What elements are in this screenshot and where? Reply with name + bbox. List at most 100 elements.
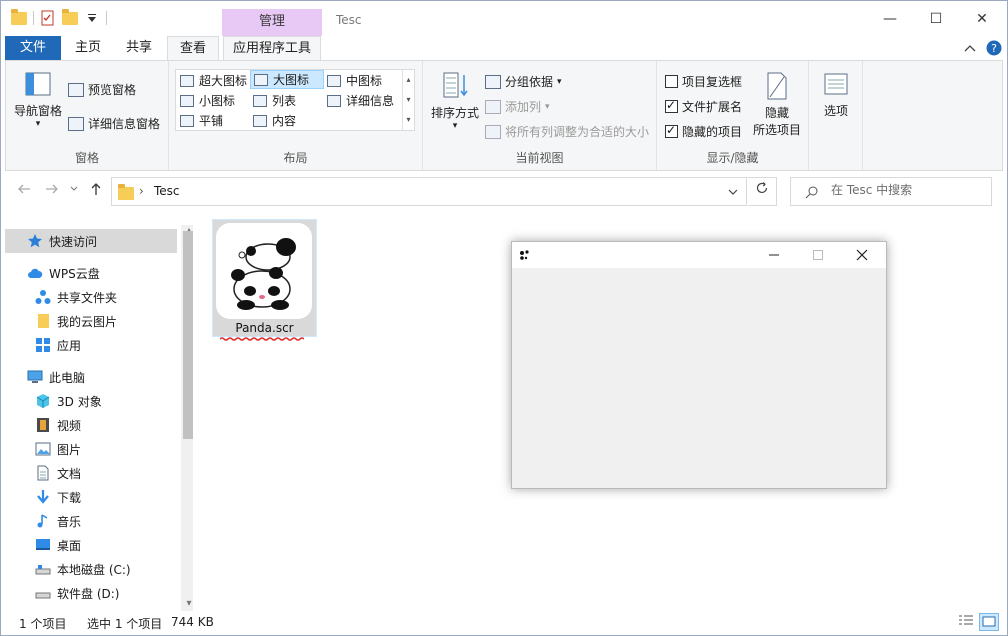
layout-details[interactable]: 详细信息 [324,91,397,110]
maximize-button[interactable]: ☐ [913,1,959,36]
tab-home[interactable]: 主页 [67,36,109,61]
layout-medium[interactable]: 中图标 [324,71,385,90]
layout-small[interactable]: 小图标 [177,91,238,110]
sidebar-scrollbar[interactable]: ▴ ▾ [181,225,193,611]
navigation-pane: 快速访问 WPS云盘 共享文件夹 我的云图片 应用 此电脑 3D 对象 视频 图… [5,225,193,611]
tab-app-tools[interactable]: 应用程序工具 [223,36,321,61]
sidebar-item-documents[interactable]: 文档 [5,461,177,485]
maximize-icon [813,250,823,260]
tab-file[interactable]: 文件 [5,36,61,61]
options-button[interactable]: 选项 [815,71,857,119]
nav-pane-button[interactable]: 导航窗格 ▾ [10,71,66,129]
sidebar-item-drive-c[interactable]: 本地磁盘 (C:) [5,557,177,581]
small-icons-icon [180,94,194,107]
video-icon [37,418,49,432]
group-by-button[interactable]: 分组依据 ▾ [485,73,562,90]
sidebar-item-shared-folder[interactable]: 共享文件夹 [5,285,177,309]
group-panes: 导航窗格 ▾ 预览窗格 详细信息窗格 窗格 [6,61,169,170]
contextual-tab-manage[interactable]: 管理 [222,9,322,36]
sidebar-item-3d-objects[interactable]: 3D 对象 [5,389,177,413]
content-icon [253,114,267,127]
layout-content[interactable]: 内容 [250,111,299,130]
sidebar-scroll-thumb[interactable] [183,231,193,439]
sort-by-button[interactable]: 排序方式 ▾ [427,71,483,131]
layout-tiles[interactable]: 平铺 [177,111,226,130]
details-pane-button[interactable]: 详细信息窗格 [68,115,160,132]
file-extensions-toggle[interactable]: 文件扩展名 [665,98,742,115]
preview-pane-button[interactable]: 预览窗格 [68,81,136,98]
close-button[interactable]: ✕ [959,1,1005,36]
back-button[interactable] [13,181,35,203]
group-current-view: 排序方式 ▾ 分组依据 ▾ 添加列 ▾ 将所有列调整为合适的大小 当前视图 [423,61,657,170]
tab-share[interactable]: 共享 [117,36,161,61]
customize-qat-icon[interactable] [84,10,100,26]
forward-button[interactable] [41,181,63,203]
sidebar-item-desktop[interactable]: 桌面 [5,533,177,557]
preview-window-titlebar[interactable] [512,242,886,268]
layout-list[interactable]: 列表 [250,91,299,110]
sort-icon [443,72,468,98]
music-icon [37,514,48,528]
sidebar-item-drive-d[interactable]: 软件盘 (D:) [5,581,177,605]
preview-close-button[interactable] [840,242,884,268]
sidebar-item-quick-access[interactable]: 快速访问 [5,229,177,253]
recent-locations-button[interactable] [63,181,85,203]
item-checkboxes-checkbox[interactable] [665,75,678,88]
hidden-items-toggle[interactable]: 隐藏的项目 [665,123,742,140]
preview-minimize-button[interactable] [752,242,796,268]
large-icons-view-button[interactable] [979,613,999,631]
preview-maximize-button[interactable] [796,242,840,268]
file-item[interactable]: Panda.scr [212,219,317,337]
scroll-down-icon[interactable]: ▾ [181,598,193,609]
sidebar-item-wps-cloud[interactable]: WPS云盘 [5,261,177,285]
hide-selected-button[interactable]: 隐藏 所选项目 [749,71,805,138]
panda-icon [216,223,312,319]
breadcrumb-tesc[interactable]: Tesc [154,184,180,198]
item-checkboxes-toggle[interactable]: 项目复选框 [665,73,742,90]
file-extensions-checkbox[interactable] [665,98,678,113]
drive-icon [35,565,51,575]
window-title: Tesc [336,13,362,27]
sidebar-item-downloads[interactable]: 下载 [5,485,177,509]
layout-large[interactable]: 大图标 [250,70,324,89]
details-view-icon [959,615,973,625]
group-by-icon [485,74,501,89]
group-layout: 超大图标 大图标 中图标 小图标 列表 详细信息 平铺 内容 ▴ ▾ ▾ 布局 [169,61,423,170]
preview-pane-icon [68,82,84,97]
desktop-icon [36,539,50,550]
sidebar-item-cloud-pictures[interactable]: 我的云图片 [5,309,177,333]
help-icon[interactable]: ? [986,40,1002,56]
hidden-items-checkbox[interactable] [665,123,678,138]
collapse-ribbon-icon[interactable] [964,43,976,53]
sidebar-item-videos[interactable]: 视频 [5,413,177,437]
address-dropdown-icon[interactable] [728,188,738,196]
layout-extra-large[interactable]: 超大图标 [177,71,250,90]
sidebar-item-pictures[interactable]: 图片 [5,437,177,461]
file-name: Panda.scr [235,321,294,335]
size-columns-button[interactable]: 将所有列调整为合适的大小 [485,123,649,140]
sidebar-item-apps[interactable]: 应用 [5,333,177,357]
minimize-button[interactable]: — [867,1,913,36]
quick-access-toolbar [11,8,107,26]
extra-large-icons-icon [180,74,194,87]
search-input[interactable] [831,183,981,197]
address-bar[interactable]: › Tesc [111,177,747,206]
new-folder-icon[interactable] [62,8,78,25]
search-box[interactable] [790,177,992,206]
up-button[interactable] [85,181,107,203]
add-column-button[interactable]: 添加列 ▾ [485,98,550,115]
list-icon [253,94,267,107]
sidebar-item-music[interactable]: 音乐 [5,509,177,533]
details-view-button[interactable] [957,613,977,631]
properties-icon[interactable] [40,10,56,26]
close-icon [856,249,868,261]
layout-gallery-scroll[interactable]: ▴ ▾ ▾ [402,70,414,130]
navigation-bar: › Tesc [1,173,1007,211]
screensaver-preview-window[interactable] [511,241,887,489]
refresh-icon [756,182,768,194]
refresh-button[interactable] [748,177,777,206]
spelling-underline [220,337,304,341]
sidebar-item-this-pc[interactable]: 此电脑 [5,365,177,389]
explorer-window: 管理 Tesc — ☐ ✕ 文件 主页 共享 查看 应用程序工具 ? 导航窗格 … [0,0,1008,636]
tab-view[interactable]: 查看 [167,36,219,61]
